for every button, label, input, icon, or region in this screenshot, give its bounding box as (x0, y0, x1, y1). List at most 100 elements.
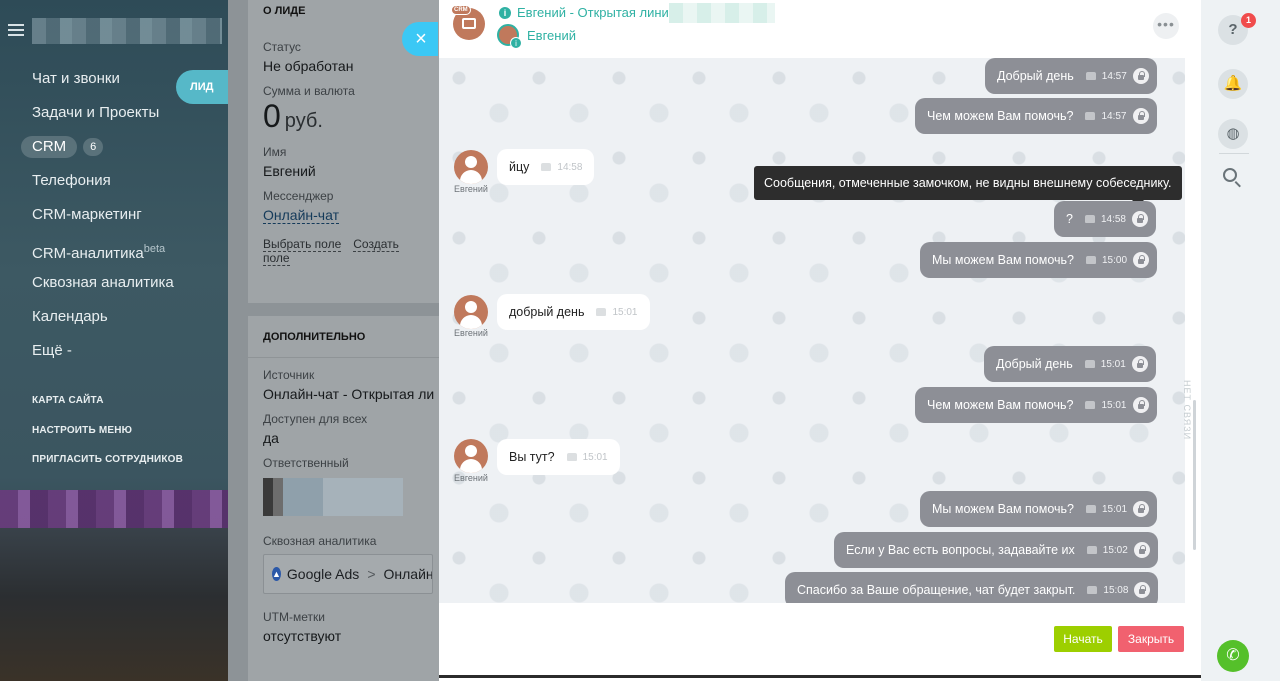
invite-employees-link[interactable]: ПРИГЛАСИТЬ СОТРУДНИКОВ (32, 451, 183, 481)
connection-status-text: НЕТ СВЯЗИ (1182, 380, 1192, 441)
sidebar-item-crm-analytics[interactable]: CRM-аналитикаbeta (0, 232, 228, 266)
lock-icon[interactable] (1132, 397, 1149, 413)
lock-icon[interactable] (1131, 356, 1148, 372)
source-field: Источник Онлайн-чат - Открытая ли (248, 368, 439, 402)
lock-icon[interactable] (1133, 252, 1150, 268)
background-image (0, 528, 228, 681)
lock-icon[interactable] (1132, 68, 1149, 84)
name-value[interactable]: Евгений (263, 163, 433, 179)
user-avatar[interactable] (454, 150, 488, 184)
sum-value[interactable]: 0 руб. (263, 98, 433, 135)
footer-divider (439, 675, 1201, 678)
analytics-box[interactable]: ▲ Google Ads > Онлайн (263, 554, 433, 594)
message-meta: 15:01 (1085, 501, 1150, 517)
bell-icon[interactable]: 🔔 (1218, 69, 1248, 99)
like-icon[interactable] (596, 308, 607, 316)
available-value[interactable]: да (263, 430, 433, 446)
start-button[interactable]: Начать (1054, 626, 1112, 652)
like-icon[interactable] (1084, 215, 1095, 223)
sidebar-item-label: Ещё - (32, 342, 72, 359)
lock-icon[interactable] (1132, 108, 1149, 124)
analytics-field: Сквозная аналитика ▲ Google Ads > Онлайн (248, 534, 439, 594)
user-avatar[interactable] (454, 439, 488, 473)
sidebar-item-end-to-end-analytics[interactable]: Сквозная аналитика (0, 266, 228, 300)
chat-icon[interactable]: ◍ (1218, 119, 1248, 149)
like-icon[interactable] (541, 163, 552, 171)
company-logo[interactable] (32, 18, 222, 44)
like-icon[interactable] (1085, 112, 1096, 120)
message-meta: 15:01 (1084, 356, 1148, 372)
lock-icon[interactable] (1133, 501, 1150, 517)
source-value[interactable]: Онлайн-чат - Открытая ли (263, 386, 434, 402)
message-meta: 14:58 (1084, 211, 1148, 227)
analytics-label: Сквозная аналитика (263, 534, 377, 548)
user-avatar[interactable] (454, 295, 488, 329)
like-icon[interactable] (1086, 546, 1097, 554)
message-text: Чем можем Вам помочь? (927, 109, 1074, 123)
sidebar-item-crm-marketing[interactable]: CRM-маркетинг (0, 198, 228, 232)
sum-currency: руб. (284, 110, 323, 132)
sidebar-item-telephony[interactable]: Телефония (0, 164, 228, 198)
chat-header: CRM i Евгений - Открытая линия i Евгений… (439, 0, 1201, 58)
chat-bubble-icon (462, 18, 476, 29)
sidebar-item-more[interactable]: Ещё - (0, 334, 228, 368)
message-text: Вы тут? (509, 450, 555, 464)
lead-details-panel: О ЛИДЕ Статус Не обработан Сумма и валют… (228, 0, 439, 681)
chat-user-name: Евгений (527, 27, 576, 43)
status-value[interactable]: Не обработан (263, 58, 433, 74)
close-chat-button[interactable]: Закрыть (1118, 626, 1184, 652)
like-icon[interactable] (1084, 360, 1095, 368)
chat-user[interactable]: i Евгений (497, 24, 576, 49)
responsible-label: Ответственный (263, 456, 349, 470)
section-title-additional: ДОПОЛНИТЕЛЬНО (248, 316, 439, 358)
help-notification-badge: 1 (1241, 13, 1256, 28)
message-text: Мы можем Вам помочь? (932, 502, 1074, 516)
message-meta: 15:00 (1085, 252, 1150, 268)
lock-icon[interactable] (1134, 582, 1151, 598)
message-time: 15:00 (1101, 254, 1128, 266)
lock-icon[interactable] (1133, 542, 1150, 558)
message-time: 15:02 (1102, 544, 1128, 556)
more-options-button[interactable]: ••• (1153, 13, 1179, 39)
sitemap-link[interactable]: КАРТА САЙТА (32, 392, 183, 422)
messenger-label: Мессенджер (263, 189, 334, 203)
sidebar-item-label: CRM-аналитика (32, 245, 144, 262)
chat-panel: CRM i Евгений - Открытая линия i Евгений… (439, 0, 1201, 681)
like-icon[interactable] (1085, 401, 1096, 409)
analytics-separator: > (367, 566, 376, 582)
crm-tag: CRM (451, 5, 471, 15)
hamburger-menu-icon[interactable] (8, 24, 24, 36)
select-field-link[interactable]: Выбрать поле (263, 237, 342, 252)
utm-field: UTM-метки отсутствуют (248, 610, 439, 644)
open-line-avatar: CRM (451, 5, 485, 40)
chat-scrollbar[interactable] (1193, 400, 1196, 550)
responsible-avatar[interactable] (263, 478, 403, 516)
name-label: Имя (263, 145, 287, 159)
lead-tab[interactable]: ЛИД (176, 70, 236, 104)
chat-messages-area[interactable]: Добрый день 14:57 Чем можем Вам помочь? … (439, 58, 1185, 603)
sidebar-item-crm[interactable]: CRM 6 (0, 130, 228, 164)
like-icon[interactable] (1085, 505, 1096, 513)
lock-icon[interactable] (1131, 211, 1148, 227)
message-time: 15:01 (1101, 399, 1127, 411)
configure-menu-link[interactable]: НАСТРОИТЬ МЕНЮ (32, 422, 183, 452)
phone-call-button[interactable]: ✆ (1217, 640, 1249, 672)
sidebar-item-calendar[interactable]: Календарь (0, 300, 228, 334)
like-icon[interactable] (566, 453, 577, 461)
messenger-link[interactable]: Онлайн-чат (263, 207, 339, 224)
sidebar-item-label: Задачи и Проекты (32, 104, 160, 121)
utm-value: отсутствуют (263, 628, 342, 644)
close-slider-button[interactable]: × (402, 22, 438, 56)
sidebar-item-label: CRM-маркетинг (32, 206, 142, 223)
like-icon[interactable] (1087, 586, 1098, 594)
like-icon[interactable] (1085, 72, 1096, 80)
search-icon[interactable] (1223, 168, 1237, 182)
sidebar-topbar (0, 12, 228, 48)
chat-title[interactable]: i Евгений - Открытая линия (499, 5, 676, 20)
message-text: Чем можем Вам помочь? (927, 398, 1074, 412)
message-text: йцу (509, 160, 530, 174)
message-text: Мы можем Вам помочь? (932, 253, 1074, 267)
like-icon[interactable] (1085, 256, 1096, 264)
sidebar-item-label: Телефония (32, 172, 111, 189)
sum-amount: 0 (263, 98, 281, 134)
